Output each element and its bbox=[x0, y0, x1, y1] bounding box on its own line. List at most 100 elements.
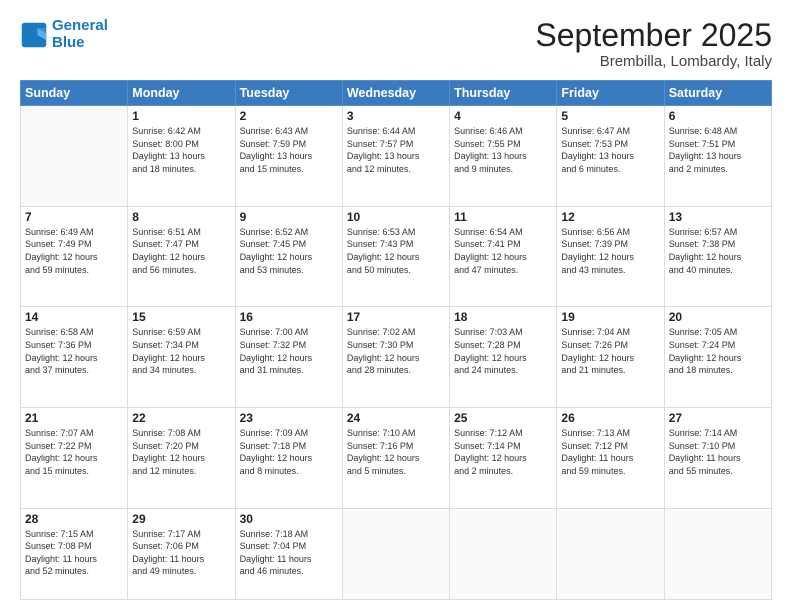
day-info: Sunrise: 7:00 AMSunset: 7:32 PMDaylight:… bbox=[240, 326, 338, 376]
day-number: 10 bbox=[347, 210, 445, 224]
day-info: Sunrise: 6:51 AMSunset: 7:47 PMDaylight:… bbox=[132, 226, 230, 276]
day-number: 1 bbox=[132, 109, 230, 123]
calendar-cell: 13Sunrise: 6:57 AMSunset: 7:38 PMDayligh… bbox=[664, 206, 771, 307]
day-number: 7 bbox=[25, 210, 123, 224]
day-info: Sunrise: 7:13 AMSunset: 7:12 PMDaylight:… bbox=[561, 427, 659, 477]
calendar-cell: 28 Sunrise: 7:15 AMSunset: 7:08 PMDayligh… bbox=[21, 508, 128, 600]
calendar-cell: 24Sunrise: 7:10 AMSunset: 7:16 PMDayligh… bbox=[342, 407, 449, 508]
calendar-cell: 19 Sunrise: 7:04 AMSunset: 7:26 PMDayligh… bbox=[557, 307, 664, 408]
calendar-cell: 5 Sunrise: 6:47 AMSunset: 7:53 PMDaylight… bbox=[557, 106, 664, 207]
weekday-header-tuesday: Tuesday bbox=[235, 81, 342, 106]
day-number: 25 bbox=[454, 411, 552, 425]
calendar-cell: 6 Sunrise: 6:48 AMSunset: 7:51 PMDaylight… bbox=[664, 106, 771, 207]
logo-blue: Blue bbox=[52, 35, 108, 52]
day-info: Sunrise: 6:53 AMSunset: 7:43 PMDaylight:… bbox=[347, 226, 445, 276]
day-info: Sunrise: 7:09 AMSunset: 7:18 PMDaylight:… bbox=[240, 427, 338, 477]
logo: General Blue bbox=[20, 18, 108, 51]
calendar-cell: 30 Sunrise: 7:18 AMSunset: 7:04 PMDayligh… bbox=[235, 508, 342, 600]
day-info: Sunrise: 7:03 AMSunset: 7:28 PMDaylight:… bbox=[454, 326, 552, 376]
day-info: Sunrise: 7:07 AMSunset: 7:22 PMDaylight:… bbox=[25, 427, 123, 477]
weekday-header-wednesday: Wednesday bbox=[342, 81, 449, 106]
calendar-cell: 25 Sunrise: 7:12 AMSunset: 7:14 PMDayligh… bbox=[450, 407, 557, 508]
day-number: 5 bbox=[561, 109, 659, 123]
calendar-cell: 9Sunrise: 6:52 AMSunset: 7:45 PMDaylight… bbox=[235, 206, 342, 307]
calendar-cell bbox=[664, 508, 771, 600]
header: General Blue September 2025 Brembilla, L… bbox=[20, 18, 772, 70]
day-number: 30 bbox=[240, 512, 338, 526]
day-number: 11 bbox=[454, 210, 552, 224]
page: General Blue September 2025 Brembilla, L… bbox=[0, 0, 792, 612]
day-number: 24 bbox=[347, 411, 445, 425]
day-number: 21 bbox=[25, 411, 123, 425]
day-info: Sunrise: 6:43 AMSunset: 7:59 PMDaylight:… bbox=[240, 125, 338, 175]
day-number: 13 bbox=[669, 210, 767, 224]
day-number: 26 bbox=[561, 411, 659, 425]
day-info: Sunrise: 7:05 AMSunset: 7:24 PMDaylight:… bbox=[669, 326, 767, 376]
day-number: 6 bbox=[669, 109, 767, 123]
day-number: 12 bbox=[561, 210, 659, 224]
day-info: Sunrise: 6:47 AMSunset: 7:53 PMDaylight:… bbox=[561, 125, 659, 175]
calendar-week-5: 28 Sunrise: 7:15 AMSunset: 7:08 PMDayligh… bbox=[21, 508, 772, 600]
day-number: 27 bbox=[669, 411, 767, 425]
calendar-cell: 11Sunrise: 6:54 AMSunset: 7:41 PMDayligh… bbox=[450, 206, 557, 307]
calendar-cell: 18 Sunrise: 7:03 AMSunset: 7:28 PMDayligh… bbox=[450, 307, 557, 408]
weekday-header-saturday: Saturday bbox=[664, 81, 771, 106]
month-title: September 2025 bbox=[535, 18, 772, 53]
day-number: 14 bbox=[25, 310, 123, 324]
weekday-header-friday: Friday bbox=[557, 81, 664, 106]
day-number: 3 bbox=[347, 109, 445, 123]
day-number: 18 bbox=[454, 310, 552, 324]
calendar-week-3: 14 Sunrise: 6:58 AMSunset: 7:36 PMDayligh… bbox=[21, 307, 772, 408]
day-info: Sunrise: 7:08 AMSunset: 7:20 PMDaylight:… bbox=[132, 427, 230, 477]
calendar-cell: 10 Sunrise: 6:53 AMSunset: 7:43 PMDayligh… bbox=[342, 206, 449, 307]
day-number: 29 bbox=[132, 512, 230, 526]
day-info: Sunrise: 7:15 AMSunset: 7:08 PMDaylight:… bbox=[25, 528, 123, 578]
day-number: 22 bbox=[132, 411, 230, 425]
calendar-cell bbox=[557, 508, 664, 600]
day-info: Sunrise: 6:52 AMSunset: 7:45 PMDaylight:… bbox=[240, 226, 338, 276]
calendar-cell: 27Sunrise: 7:14 AMSunset: 7:10 PMDayligh… bbox=[664, 407, 771, 508]
weekday-header-thursday: Thursday bbox=[450, 81, 557, 106]
calendar-week-4: 21 Sunrise: 7:07 AMSunset: 7:22 PMDayligh… bbox=[21, 407, 772, 508]
day-info: Sunrise: 6:58 AMSunset: 7:36 PMDaylight:… bbox=[25, 326, 123, 376]
day-number: 28 bbox=[25, 512, 123, 526]
calendar-cell: 16 Sunrise: 7:00 AMSunset: 7:32 PMDayligh… bbox=[235, 307, 342, 408]
calendar-week-2: 7 Sunrise: 6:49 AMSunset: 7:49 PMDaylight… bbox=[21, 206, 772, 307]
calendar-header-row: SundayMondayTuesdayWednesdayThursdayFrid… bbox=[21, 81, 772, 106]
calendar-cell bbox=[21, 106, 128, 207]
logo-text: General Blue bbox=[52, 18, 108, 51]
day-number: 17 bbox=[347, 310, 445, 324]
weekday-header-sunday: Sunday bbox=[21, 81, 128, 106]
day-number: 16 bbox=[240, 310, 338, 324]
calendar-week-1: 1 Sunrise: 6:42 AMSunset: 8:00 PMDaylight… bbox=[21, 106, 772, 207]
day-number: 23 bbox=[240, 411, 338, 425]
calendar-cell: 26 Sunrise: 7:13 AMSunset: 7:12 PMDayligh… bbox=[557, 407, 664, 508]
day-info: Sunrise: 6:42 AMSunset: 8:00 PMDaylight:… bbox=[132, 125, 230, 175]
day-number: 2 bbox=[240, 109, 338, 123]
calendar-cell bbox=[342, 508, 449, 600]
day-info: Sunrise: 6:46 AMSunset: 7:55 PMDaylight:… bbox=[454, 125, 552, 175]
calendar-cell: 1 Sunrise: 6:42 AMSunset: 8:00 PMDaylight… bbox=[128, 106, 235, 207]
calendar-cell: 29 Sunrise: 7:17 AMSunset: 7:06 PMDayligh… bbox=[128, 508, 235, 600]
weekday-header-monday: Monday bbox=[128, 81, 235, 106]
calendar-cell: 14 Sunrise: 6:58 AMSunset: 7:36 PMDayligh… bbox=[21, 307, 128, 408]
calendar-cell: 4Sunrise: 6:46 AMSunset: 7:55 PMDaylight… bbox=[450, 106, 557, 207]
day-info: Sunrise: 7:12 AMSunset: 7:14 PMDaylight:… bbox=[454, 427, 552, 477]
day-info: Sunrise: 6:59 AMSunset: 7:34 PMDaylight:… bbox=[132, 326, 230, 376]
title-block: September 2025 Brembilla, Lombardy, Ital… bbox=[535, 18, 772, 70]
day-number: 15 bbox=[132, 310, 230, 324]
calendar-cell: 17 Sunrise: 7:02 AMSunset: 7:30 PMDayligh… bbox=[342, 307, 449, 408]
day-info: Sunrise: 7:17 AMSunset: 7:06 PMDaylight:… bbox=[132, 528, 230, 578]
calendar-cell: 22 Sunrise: 7:08 AMSunset: 7:20 PMDayligh… bbox=[128, 407, 235, 508]
calendar-cell: 7 Sunrise: 6:49 AMSunset: 7:49 PMDaylight… bbox=[21, 206, 128, 307]
day-info: Sunrise: 6:49 AMSunset: 7:49 PMDaylight:… bbox=[25, 226, 123, 276]
logo-general: General bbox=[52, 17, 108, 34]
day-number: 20 bbox=[669, 310, 767, 324]
day-info: Sunrise: 7:04 AMSunset: 7:26 PMDaylight:… bbox=[561, 326, 659, 376]
day-number: 19 bbox=[561, 310, 659, 324]
calendar-cell: 15 Sunrise: 6:59 AMSunset: 7:34 PMDayligh… bbox=[128, 307, 235, 408]
calendar-cell bbox=[450, 508, 557, 600]
day-info: Sunrise: 7:02 AMSunset: 7:30 PMDaylight:… bbox=[347, 326, 445, 376]
day-info: Sunrise: 6:48 AMSunset: 7:51 PMDaylight:… bbox=[669, 125, 767, 175]
day-info: Sunrise: 7:18 AMSunset: 7:04 PMDaylight:… bbox=[240, 528, 338, 578]
